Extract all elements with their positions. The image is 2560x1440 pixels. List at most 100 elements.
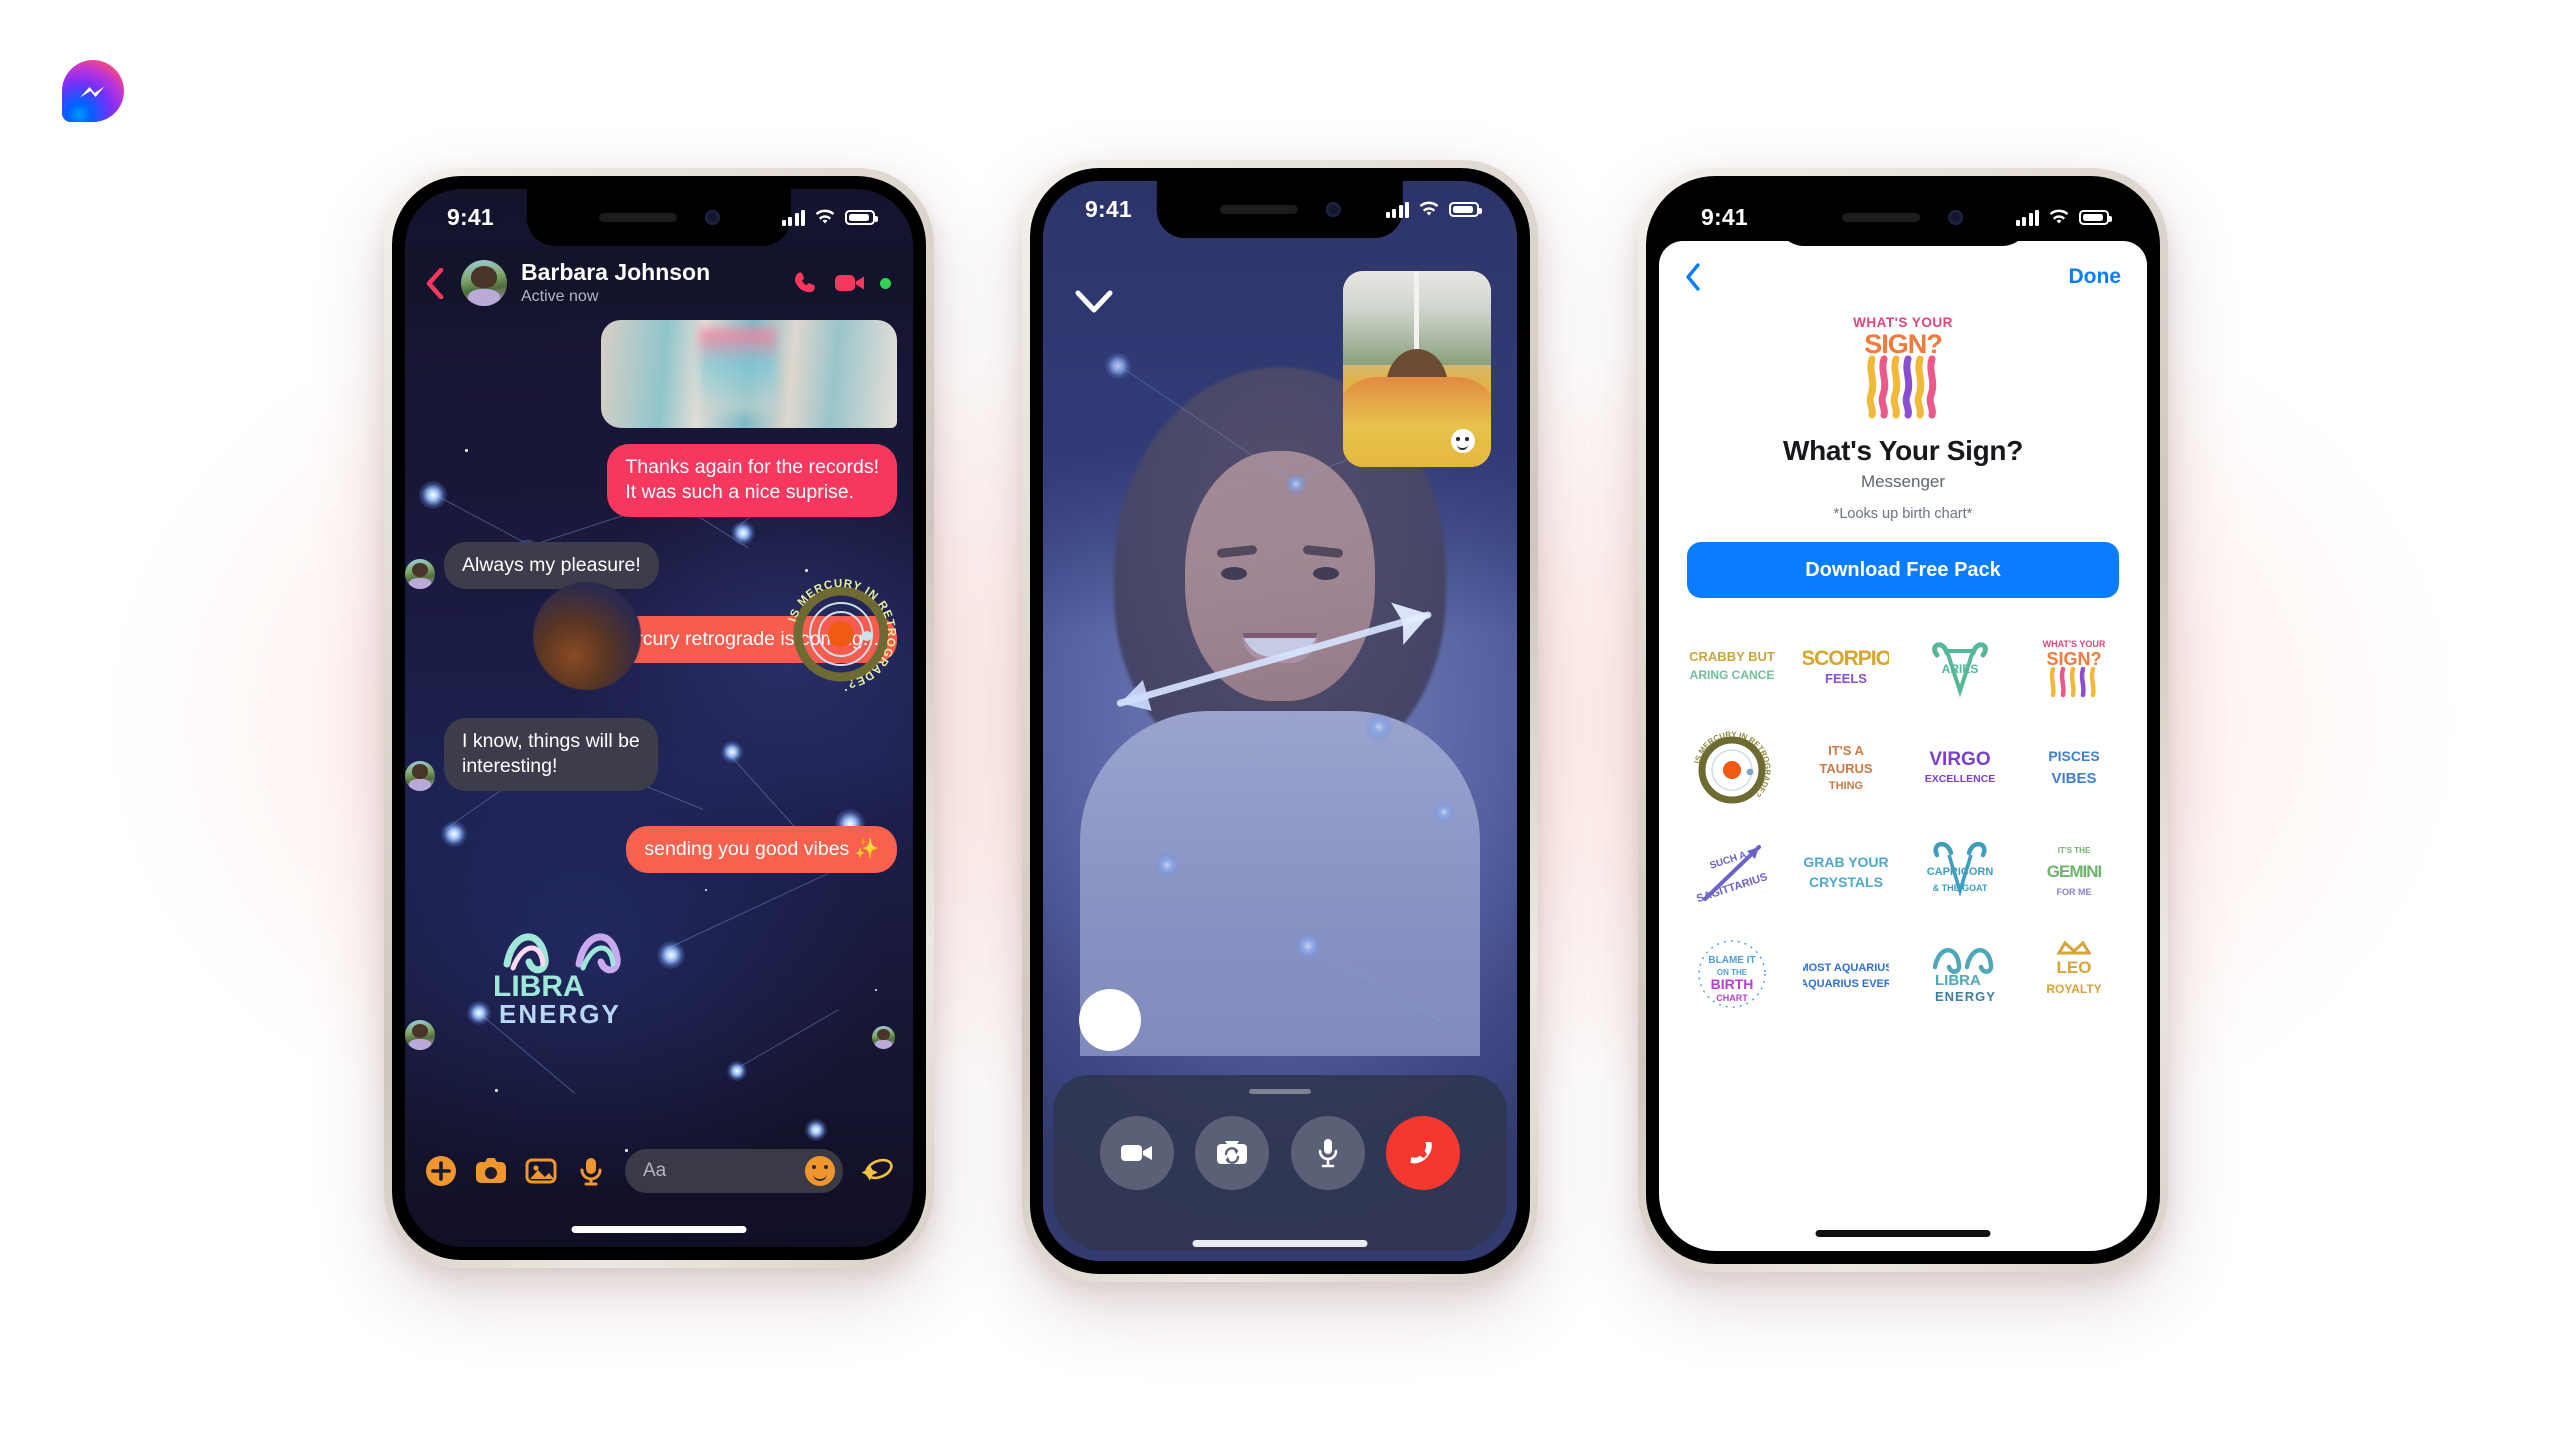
svg-text:FEELS: FEELS [1825, 671, 1867, 686]
promo-stage: 9:41 Barbara Johnson Active now Thanks a… [0, 0, 2560, 1440]
svg-text:LIBRA: LIBRA [1935, 972, 1981, 989]
svg-text:CARING CANCER: CARING CANCER [1689, 668, 1775, 682]
smiley-emoji-icon[interactable] [805, 1156, 835, 1186]
sticker-gemini[interactable]: IT'S THE GEMINI FOR ME [2019, 824, 2129, 920]
phone-call-icon[interactable] [792, 269, 820, 297]
done-button[interactable]: Done [2069, 265, 2122, 289]
chat-header-actions [792, 269, 891, 297]
home-indicator [571, 1226, 747, 1233]
phone-chat-bezel: 9:41 Barbara Johnson Active now Thanks a… [392, 176, 926, 1260]
svg-text:GEMINI: GEMINI [2047, 862, 2102, 881]
magic-wand-star-icon[interactable] [861, 1155, 893, 1187]
whats-your-sign-hero-sticker: WHAT'S YOUR SIGN? [1844, 305, 1962, 423]
sticker-aquarius[interactable]: MOST AQUARIUS AQUARIUS EVER [1791, 926, 1901, 1022]
message-text-line: It was such a nice suprise. [625, 481, 855, 504]
sticker-mercury-retrograde[interactable]: IS MERCURY IN RETROGRADE? [781, 574, 901, 694]
svg-text:IT'S A: IT'S A [1828, 743, 1864, 758]
avatar [405, 760, 435, 791]
message-bubble[interactable]: sending you good vibes ✨ [626, 826, 897, 874]
svg-text:WHAT'S YOUR: WHAT'S YOUR [1853, 315, 1953, 330]
svg-text:PISCES: PISCES [2048, 748, 2099, 764]
message-bubble[interactable]: Always my pleasure! [444, 542, 659, 590]
contact-avatar[interactable] [461, 260, 507, 306]
svg-text:CRYSTALS: CRYSTALS [1809, 874, 1883, 890]
sticker-pisces[interactable]: PISCES VIBES [2019, 722, 2129, 818]
microphone-icon[interactable] [575, 1155, 607, 1187]
sticker-birth-chart[interactable]: BLAME IT ON THE BIRTH CHART [1677, 926, 1787, 1022]
sticker-capricorn[interactable]: CAPRICORN & THE GOAT [1905, 824, 2015, 920]
sticker-virgo[interactable]: VIRGO EXCELLENCE [1905, 722, 2015, 818]
mute-mic-button[interactable] [1290, 1116, 1365, 1190]
sticker-sagittarius[interactable]: SUCH A SAGITTARIUS [1677, 824, 1787, 920]
pack-subtitle: Messenger [1860, 472, 1946, 491]
battery-icon [2079, 210, 2112, 225]
sheet-nav: Done [1659, 241, 2147, 295]
svg-text:ENERGY: ENERGY [499, 999, 621, 1028]
messenger-logo [62, 60, 124, 122]
phone-sticker-pack-bezel: 9:41 Done WHAT'S YOUR SIGN? What's Your … [1646, 176, 2160, 1264]
message-bubble[interactable]: I know, things will be interesting! [444, 718, 658, 791]
svg-text:VIBES: VIBES [2051, 770, 2096, 787]
image-message[interactable] [601, 320, 897, 428]
sticker-mercury-retrograde[interactable]: IS MERCURY IN RETROGRADE? [1677, 722, 1787, 818]
camera-icon[interactable] [475, 1155, 507, 1187]
self-view-pip[interactable] [1343, 271, 1491, 467]
sticker-grid: CRABBY BUT CARING CANCER SCORPIOFEELS ARI… [1659, 598, 2147, 1022]
message-text-line: Thanks again for the records! [625, 456, 879, 478]
chat-screen: 9:41 Barbara Johnson Active now Thanks a… [405, 189, 913, 1247]
message-row-incoming [405, 1020, 435, 1050]
sticker-scorpio[interactable]: SCORPIO FEELS [1791, 620, 1901, 716]
svg-text:TAURUS: TAURUS [1819, 761, 1873, 776]
sticker-taurus[interactable]: IT'S A TAURUS THING [1791, 722, 1901, 818]
photo-gallery-icon[interactable] [525, 1155, 557, 1187]
end-call-button[interactable] [1385, 1116, 1460, 1190]
sticker-whats-your-sign[interactable]: WHAT'S YOUR SIGN? [2019, 620, 2129, 716]
chevron-down-icon[interactable] [1075, 289, 1113, 315]
notch [1156, 181, 1404, 238]
message-row-outgoing: Thanks again for the records! It was suc… [607, 444, 897, 517]
sticker-libra-energy[interactable]: LIBRA ENERGY [483, 920, 643, 1029]
sticker-leo[interactable]: LEO ROYALTY [2019, 926, 2129, 1022]
video-camera-icon[interactable] [834, 271, 866, 295]
sticker-libra[interactable]: LIBRA ENERGY [1905, 926, 2015, 1022]
message-text-line: I know, things will be [462, 730, 640, 752]
back-chevron-icon[interactable] [1685, 263, 1701, 291]
svg-text:CRABBY BUT: CRABBY BUT [1689, 649, 1775, 664]
svg-text:GRAB YOUR: GRAB YOUR [1803, 854, 1888, 870]
wifi-icon [2048, 209, 2070, 226]
call-controls [1053, 1075, 1507, 1251]
contact-status: Active now [521, 287, 599, 305]
capture-shutter-button[interactable] [1079, 989, 1141, 1051]
download-free-pack-button[interactable]: Download Free Pack [1687, 542, 2119, 598]
toggle-video-button[interactable] [1100, 1116, 1175, 1190]
svg-text:VIRGO: VIRGO [1929, 749, 1990, 770]
flip-camera-button[interactable] [1195, 1116, 1270, 1190]
online-dot [880, 277, 891, 289]
earpiece-speaker [1842, 213, 1921, 222]
sticker-crystals[interactable]: GRAB YOUR CRYSTALS [1791, 824, 1901, 920]
video-call-screen: 9:41 [1043, 181, 1517, 1261]
message-input[interactable]: Aa [625, 1149, 843, 1193]
phone-video-call: 9:41 [1022, 160, 1538, 1282]
status-time: 9:41 [1701, 204, 1748, 230]
contact-info: Barbara Johnson Active now [521, 259, 778, 306]
battery-icon [845, 210, 878, 225]
chat-header: Barbara Johnson Active now [405, 246, 913, 320]
message-bubble[interactable]: Thanks again for the records! It was suc… [607, 444, 897, 517]
svg-text:CHART: CHART [1716, 993, 1748, 1003]
plus-circle-icon[interactable] [425, 1155, 457, 1187]
home-indicator [1815, 1230, 1991, 1237]
svg-text:SIGN?: SIGN? [1864, 329, 1942, 359]
svg-text:ENERGY: ENERGY [1935, 989, 1996, 1004]
back-chevron-icon[interactable] [421, 267, 447, 299]
contact-name: Barbara Johnson [521, 259, 711, 286]
svg-text:EXCELLENCE: EXCELLENCE [1925, 773, 1996, 785]
seen-avatar [872, 1026, 895, 1049]
earpiece-speaker [598, 213, 677, 222]
message-list[interactable]: Thanks again for the records! It was suc… [405, 320, 913, 1129]
sticker-aries[interactable]: ARIES [1905, 620, 2015, 716]
svg-text:FOR ME: FOR ME [2057, 887, 2092, 897]
sparkle-face-icon [1451, 429, 1475, 453]
sticker-cancer[interactable]: CRABBY BUT CARING CANCER [1677, 620, 1787, 716]
phone-chat: 9:41 Barbara Johnson Active now Thanks a… [384, 168, 934, 1268]
